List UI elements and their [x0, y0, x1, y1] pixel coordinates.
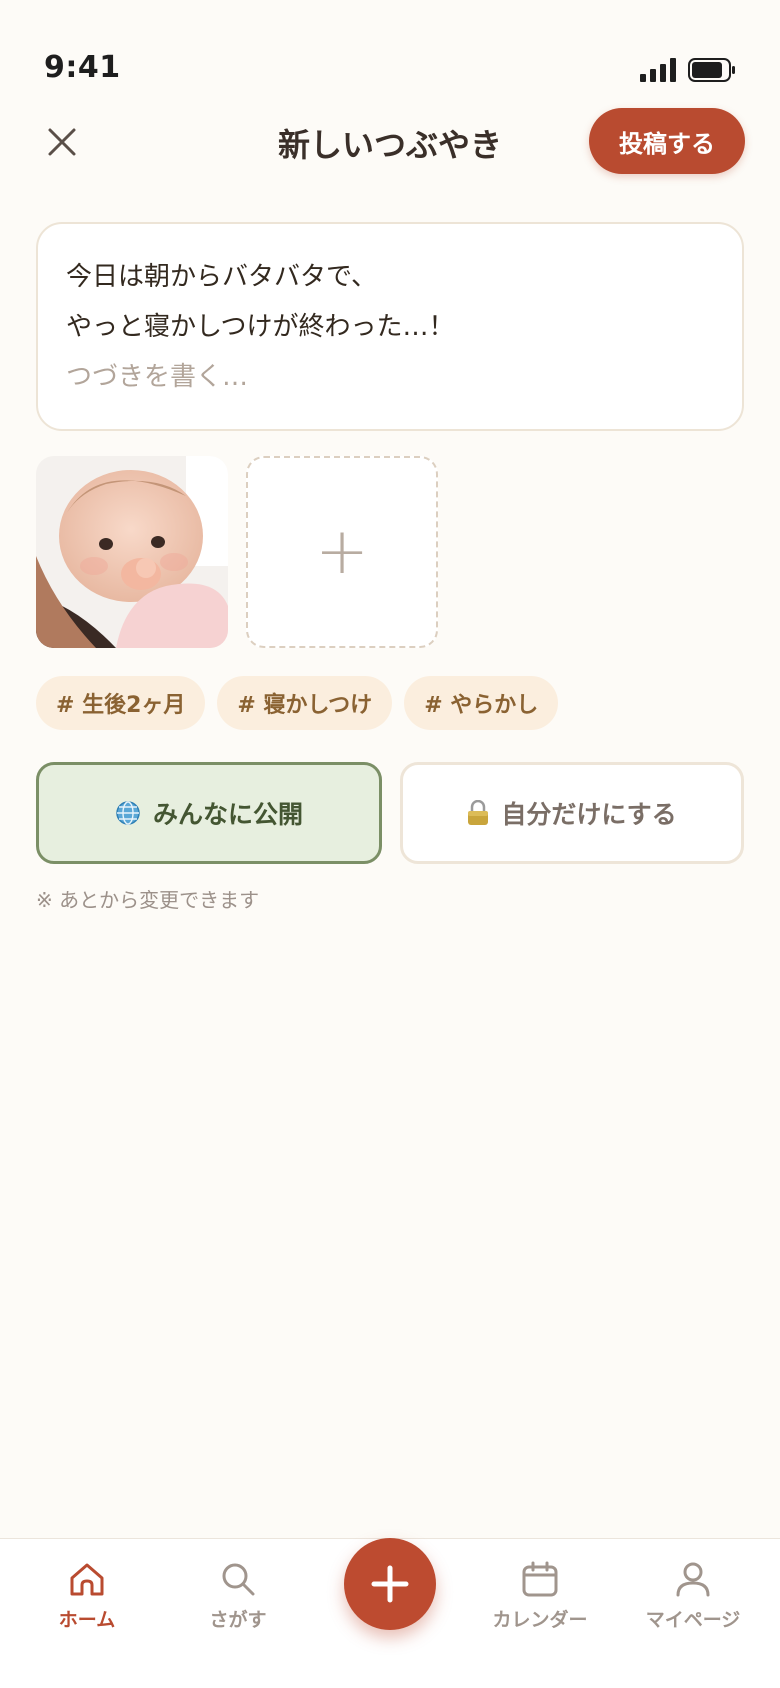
status-icons	[640, 58, 736, 82]
tag-list: # 生後2ヶ月 # 寝かしつけ # やらかし	[36, 676, 559, 730]
nav-item-home[interactable]: ホーム	[22, 1559, 152, 1632]
plus-icon	[371, 1565, 409, 1603]
post-button[interactable]: 投稿する	[589, 108, 745, 174]
visibility-public-button[interactable]: みんなに公開	[36, 762, 382, 864]
nav-label-calendar: カレンダー	[492, 1609, 588, 1631]
visibility-public-label: みんなに公開	[152, 800, 303, 829]
lock-icon	[468, 800, 489, 825]
nav-label-search: さがす	[209, 1609, 267, 1631]
attached-photo[interactable]	[36, 456, 228, 648]
battery-icon	[688, 58, 735, 82]
baby-photo	[36, 456, 228, 648]
calendar-icon	[522, 1561, 558, 1597]
post-text-placeholder: つづきを書く…	[66, 362, 249, 392]
status-time: 9:41	[44, 50, 121, 85]
nav-item-search[interactable]: さがす	[173, 1559, 303, 1632]
visibility-private-label: 自分だけにする	[501, 800, 677, 829]
nav-item-mypage[interactable]: マイページ	[628, 1559, 758, 1632]
tag-chip[interactable]: # やらかし	[404, 676, 559, 730]
visibility-note: ※ あとから変更できます	[36, 888, 260, 912]
globe-icon	[116, 801, 140, 825]
post-text-line: 今日は朝からバタバタで、	[66, 262, 377, 292]
signal-icon	[640, 58, 676, 82]
user-icon	[676, 1562, 710, 1597]
nav-label-mypage: マイページ	[645, 1609, 741, 1631]
new-post-fab[interactable]	[344, 1538, 436, 1630]
post-text-area[interactable]: 今日は朝からバタバタで、 やっと寝かしつけが終わった…！ つづきを書く…	[36, 222, 744, 431]
tag-chip[interactable]: # 生後2ヶ月	[36, 676, 206, 730]
post-text-line: やっと寝かしつけが終わった…！	[66, 312, 455, 342]
tag-chip[interactable]: # 寝かしつけ	[217, 676, 393, 730]
add-photo-button[interactable]: +	[246, 456, 438, 648]
search-icon	[222, 1563, 255, 1596]
nav-item-calendar[interactable]: カレンダー	[475, 1559, 605, 1632]
visibility-private-button[interactable]: 自分だけにする	[400, 762, 744, 864]
nav-label-home: ホーム	[58, 1609, 116, 1631]
home-icon	[70, 1563, 104, 1596]
plus-icon: +	[315, 515, 369, 589]
compose-screen: 9:41 新しいつぶやき 投稿する 今日は朝からバタバタで、 やっと寝かしつけが…	[0, 0, 780, 1688]
